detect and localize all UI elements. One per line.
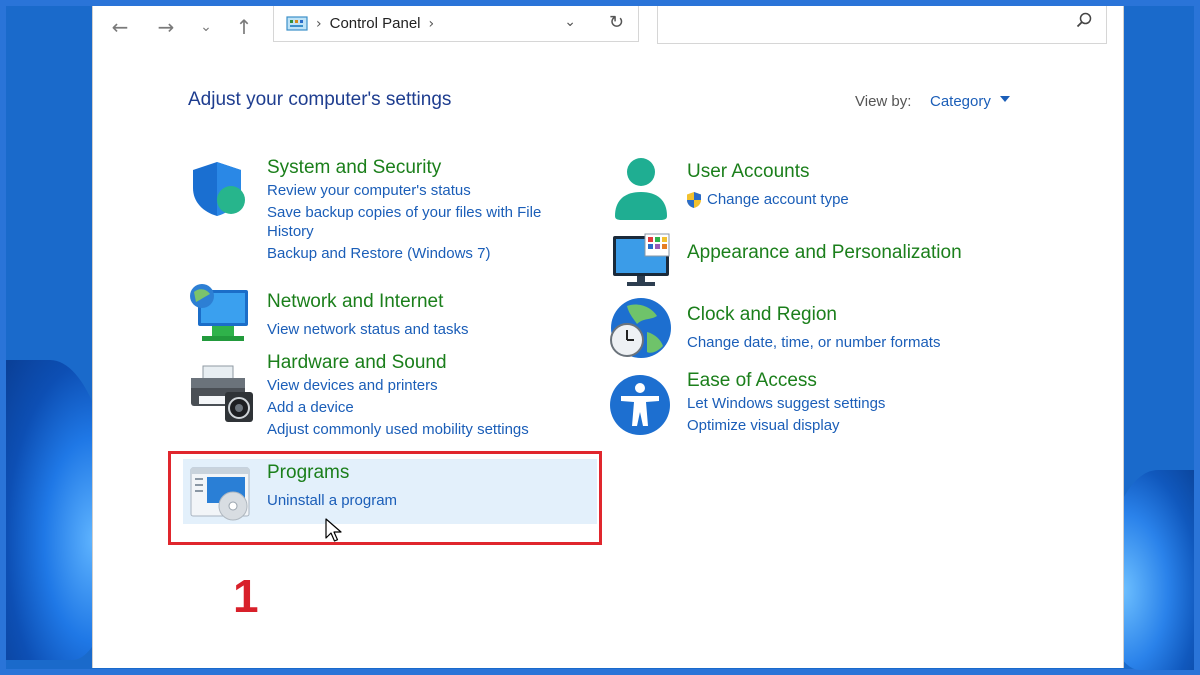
system-security-title[interactable]: System and Security bbox=[267, 156, 541, 180]
back-arrow-icon: ← bbox=[111, 15, 129, 39]
uac-shield-icon bbox=[685, 191, 703, 209]
backup-restore-link[interactable]: Backup and Restore (Windows 7) bbox=[267, 243, 541, 265]
optimize-display-link[interactable]: Optimize visual display bbox=[687, 415, 885, 437]
view-by-label: View by: bbox=[855, 93, 912, 110]
forward-button[interactable]: → bbox=[151, 12, 181, 42]
navigation-toolbar: ← → ⌄ ↑ › Control Panel › ⌄ ↻ bbox=[93, 6, 1123, 52]
monitor-icon[interactable] bbox=[611, 232, 673, 293]
category-system-security: System and Security Review your computer… bbox=[267, 156, 541, 265]
user-icon[interactable] bbox=[611, 156, 671, 227]
network-internet-title[interactable]: Network and Internet bbox=[267, 290, 469, 314]
up-button[interactable]: ↑ bbox=[229, 12, 259, 42]
view-by-dropdown[interactable]: Category bbox=[930, 93, 991, 110]
category-clock-region: Clock and Region Change date, time, or n… bbox=[687, 303, 940, 354]
network-status-link[interactable]: View network status and tasks bbox=[267, 319, 469, 341]
breadcrumb-separator: › bbox=[316, 15, 322, 32]
clock-icon[interactable] bbox=[607, 296, 673, 367]
hardware-sound-title[interactable]: Hardware and Sound bbox=[267, 351, 529, 375]
recent-locations-button[interactable]: ⌄ bbox=[191, 12, 221, 42]
change-account-row: Change account type bbox=[685, 189, 849, 211]
control-panel-icon bbox=[286, 15, 308, 32]
mobility-settings-link[interactable]: Adjust commonly used mobility settings bbox=[267, 419, 529, 441]
breadcrumb-separator[interactable]: › bbox=[429, 16, 435, 32]
printer-icon[interactable] bbox=[189, 364, 255, 431]
address-bar[interactable]: › Control Panel › ⌄ ↻ bbox=[273, 6, 639, 42]
clock-region-title[interactable]: Clock and Region bbox=[687, 303, 940, 327]
appearance-title[interactable]: Appearance and Personalization bbox=[687, 241, 962, 265]
change-account-type-link[interactable]: Change account type bbox=[707, 189, 849, 211]
network-icon[interactable] bbox=[188, 282, 252, 349]
accessibility-icon[interactable] bbox=[609, 374, 671, 441]
back-button[interactable]: ← bbox=[105, 12, 135, 42]
address-dropdown-icon[interactable]: ⌄ bbox=[564, 14, 576, 30]
category-appearance: Appearance and Personalization bbox=[687, 241, 962, 265]
category-network-internet: Network and Internet View network status… bbox=[267, 290, 469, 341]
search-icon[interactable] bbox=[1076, 12, 1092, 33]
suggest-settings-link[interactable]: Let Windows suggest settings bbox=[687, 393, 885, 415]
refresh-icon[interactable]: ↻ bbox=[609, 12, 624, 33]
highlight-box bbox=[168, 451, 602, 545]
view-by-dropdown-arrow-icon[interactable] bbox=[1000, 96, 1010, 102]
devices-printers-link[interactable]: View devices and printers bbox=[267, 375, 529, 397]
category-ease-of-access: Ease of Access Let Windows suggest setti… bbox=[687, 369, 885, 437]
chevron-down-icon: ⌄ bbox=[200, 19, 212, 35]
review-status-link[interactable]: Review your computer's status bbox=[267, 180, 541, 202]
shield-icon[interactable] bbox=[189, 158, 251, 225]
search-box[interactable] bbox=[657, 6, 1107, 44]
user-accounts-title[interactable]: User Accounts bbox=[687, 160, 849, 184]
page-title: Adjust your computer's settings bbox=[188, 89, 452, 110]
save-backup-link-cont[interactable]: History bbox=[267, 221, 541, 243]
control-panel-window: ← → ⌄ ↑ › Control Panel › ⌄ ↻ Adjust you… bbox=[92, 6, 1124, 668]
category-hardware-sound: Hardware and Sound View devices and prin… bbox=[267, 351, 529, 441]
mouse-cursor-icon bbox=[325, 518, 343, 549]
add-device-link[interactable]: Add a device bbox=[267, 397, 529, 419]
up-arrow-icon: ↑ bbox=[235, 15, 253, 39]
forward-arrow-icon: → bbox=[157, 15, 175, 39]
ease-of-access-title[interactable]: Ease of Access bbox=[687, 369, 885, 393]
category-user-accounts: User Accounts Change account type bbox=[687, 160, 849, 211]
step-number-label: 1 bbox=[233, 570, 259, 622]
breadcrumb-control-panel[interactable]: Control Panel bbox=[330, 15, 421, 32]
date-time-formats-link[interactable]: Change date, time, or number formats bbox=[687, 332, 940, 354]
